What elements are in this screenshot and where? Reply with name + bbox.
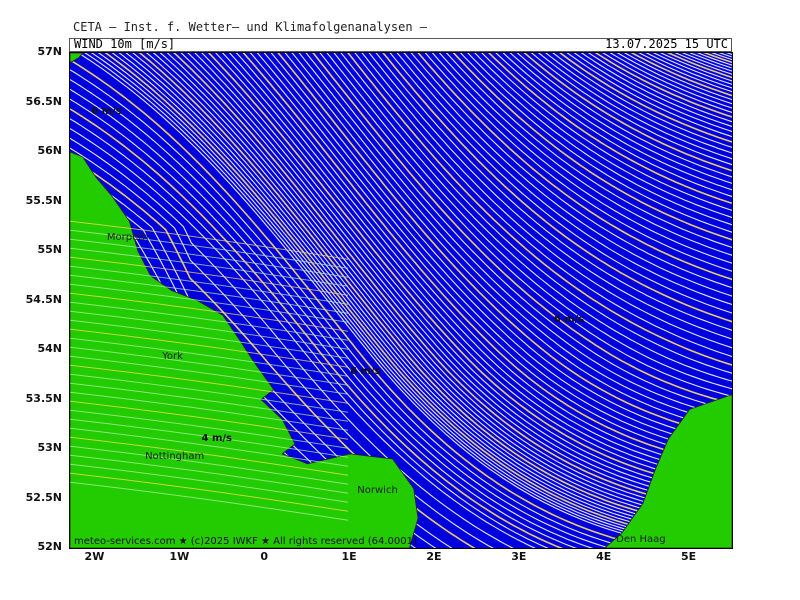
longitude-tick-label: 1W	[169, 550, 190, 563]
city-label: Nottingham	[145, 450, 205, 462]
wind-speed-label: 6 m/s	[91, 106, 122, 118]
latitude-tick-label: 54N	[37, 342, 62, 355]
city-label: Den Haag	[616, 534, 666, 546]
city-label: Morpeth	[106, 232, 149, 244]
latitude-tick-label: 57N	[37, 45, 62, 58]
latitude-tick-label: 52N	[37, 540, 62, 553]
longitude-tick-label: 0	[260, 550, 269, 563]
longitude-tick-label: 5E	[680, 550, 697, 563]
variable-label: WIND 10m [m/s]	[74, 37, 176, 51]
longitude-tick-label: 3E	[511, 550, 527, 563]
wind-speed-label: 6 m/s	[350, 365, 381, 377]
longitude-tick-label: 2W	[84, 550, 105, 563]
copyright-footer: meteo-services.com ★ (c)2025 IWKF ★ All …	[74, 536, 417, 547]
latitude-tick-label: 54.5N	[25, 292, 62, 306]
latitude-tick-label: 56.5N	[25, 94, 62, 108]
longitude-tick-label: 2E	[426, 550, 442, 563]
city-label: York	[162, 350, 183, 362]
latitude-tick-label: 53N	[37, 441, 62, 454]
longitude-tick-label: 1E	[341, 550, 357, 563]
valid-time: 13.07.2025 15 UTC	[605, 37, 728, 51]
longitude-tick-label: 4E	[596, 550, 612, 563]
wind-speed-label: 6 m/s	[553, 314, 585, 326]
latitude-tick-label: 55N	[37, 243, 62, 256]
map-canvas	[70, 53, 732, 548]
wind-map: meteo-services.com ★ (c)2025 IWKF ★ All …	[69, 52, 733, 549]
city-label: Norwich	[357, 484, 398, 496]
weather-chart-page: CETA — Inst. f. Wetter— und Klimafolgena…	[0, 0, 800, 600]
subtitle-bar: WIND 10m [m/s] 13.07.2025 15 UTC	[69, 37, 732, 52]
latitude-tick-label: 56N	[37, 144, 62, 157]
latitude-tick-label: 55.5N	[25, 193, 62, 207]
latitude-tick-label: 53.5N	[25, 391, 62, 405]
chart-title: CETA — Inst. f. Wetter— und Klimafolgena…	[73, 20, 428, 34]
wind-speed-label: 4 m/s	[201, 433, 233, 445]
latitude-tick-label: 52.5N	[25, 490, 62, 504]
